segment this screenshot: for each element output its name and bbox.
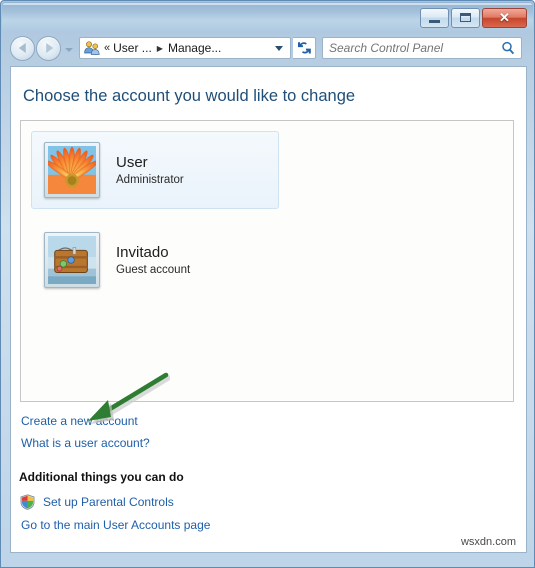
set-up-parental-controls-link[interactable]: Set up Parental Controls: [43, 495, 174, 509]
maximize-button[interactable]: [451, 8, 480, 28]
close-button[interactable]: ✕: [482, 8, 527, 28]
address-bar[interactable]: « User ... ▶ Manage...: [79, 37, 291, 59]
recent-pages-chevron-down-icon[interactable]: [65, 48, 73, 52]
refresh-button[interactable]: [293, 37, 316, 59]
content-pane: Choose the account you would like to cha…: [10, 66, 527, 553]
account-list: User Administrator Invitado Guest accoun…: [20, 120, 514, 402]
navigation-bar: « User ... ▶ Manage...: [2, 32, 533, 64]
account-tile-user[interactable]: User Administrator: [31, 131, 279, 209]
search-input[interactable]: [323, 41, 501, 55]
minimize-icon: [429, 20, 440, 23]
what-is-a-user-account-link[interactable]: What is a user account?: [21, 436, 150, 450]
breadcrumb-manage-accounts[interactable]: Manage...: [168, 41, 221, 55]
main-user-accounts-page-link[interactable]: Go to the main User Accounts page: [21, 518, 210, 532]
search-icon[interactable]: [501, 41, 515, 55]
breadcrumb-user-accounts[interactable]: User ...: [113, 41, 152, 55]
page-title: Choose the account you would like to cha…: [23, 87, 356, 105]
user-accounts-icon: [83, 40, 101, 56]
uac-shield-icon: [20, 494, 35, 510]
account-name: User: [116, 154, 148, 171]
control-panel-window: ✕ « User ... ▶ Manage... Search Control …: [0, 0, 535, 568]
account-text: Invitado Guest account: [116, 244, 190, 276]
avatar: [44, 232, 100, 288]
account-role: Guest account: [116, 264, 191, 276]
window-controls: ✕: [420, 8, 527, 28]
account-text: User Administrator: [116, 154, 184, 186]
create-new-account-link[interactable]: Create a new account: [21, 414, 138, 428]
address-chevron-down-icon[interactable]: [275, 45, 283, 51]
minimize-button[interactable]: [420, 8, 449, 28]
close-icon: ✕: [499, 10, 510, 25]
account-tile-invitado[interactable]: Invitado Guest account: [31, 221, 279, 299]
title-bar-highlight: [3, 3, 532, 5]
back-arrow-icon: [18, 43, 26, 53]
forward-button[interactable]: [36, 35, 61, 61]
account-role: Administrator: [116, 174, 184, 186]
additional-things-heading: Additional things you can do: [19, 470, 184, 484]
back-button[interactable]: [10, 35, 35, 61]
refresh-icon: [297, 42, 311, 54]
suitcase-avatar: [48, 236, 96, 284]
maximize-icon: [460, 13, 471, 22]
orange-flower-avatar: [48, 146, 96, 194]
breadcrumb-overflow[interactable]: «: [104, 42, 110, 54]
account-name: Invitado: [116, 244, 169, 261]
forward-arrow-icon: [45, 43, 53, 53]
nav-arrow-group: [10, 35, 61, 61]
watermark: wsxdn.com: [460, 536, 516, 548]
avatar: [44, 142, 100, 198]
parental-controls-row[interactable]: Set up Parental Controls: [20, 494, 174, 510]
breadcrumb-separator-icon[interactable]: ▶: [157, 44, 163, 53]
search-box[interactable]: [322, 37, 522, 59]
